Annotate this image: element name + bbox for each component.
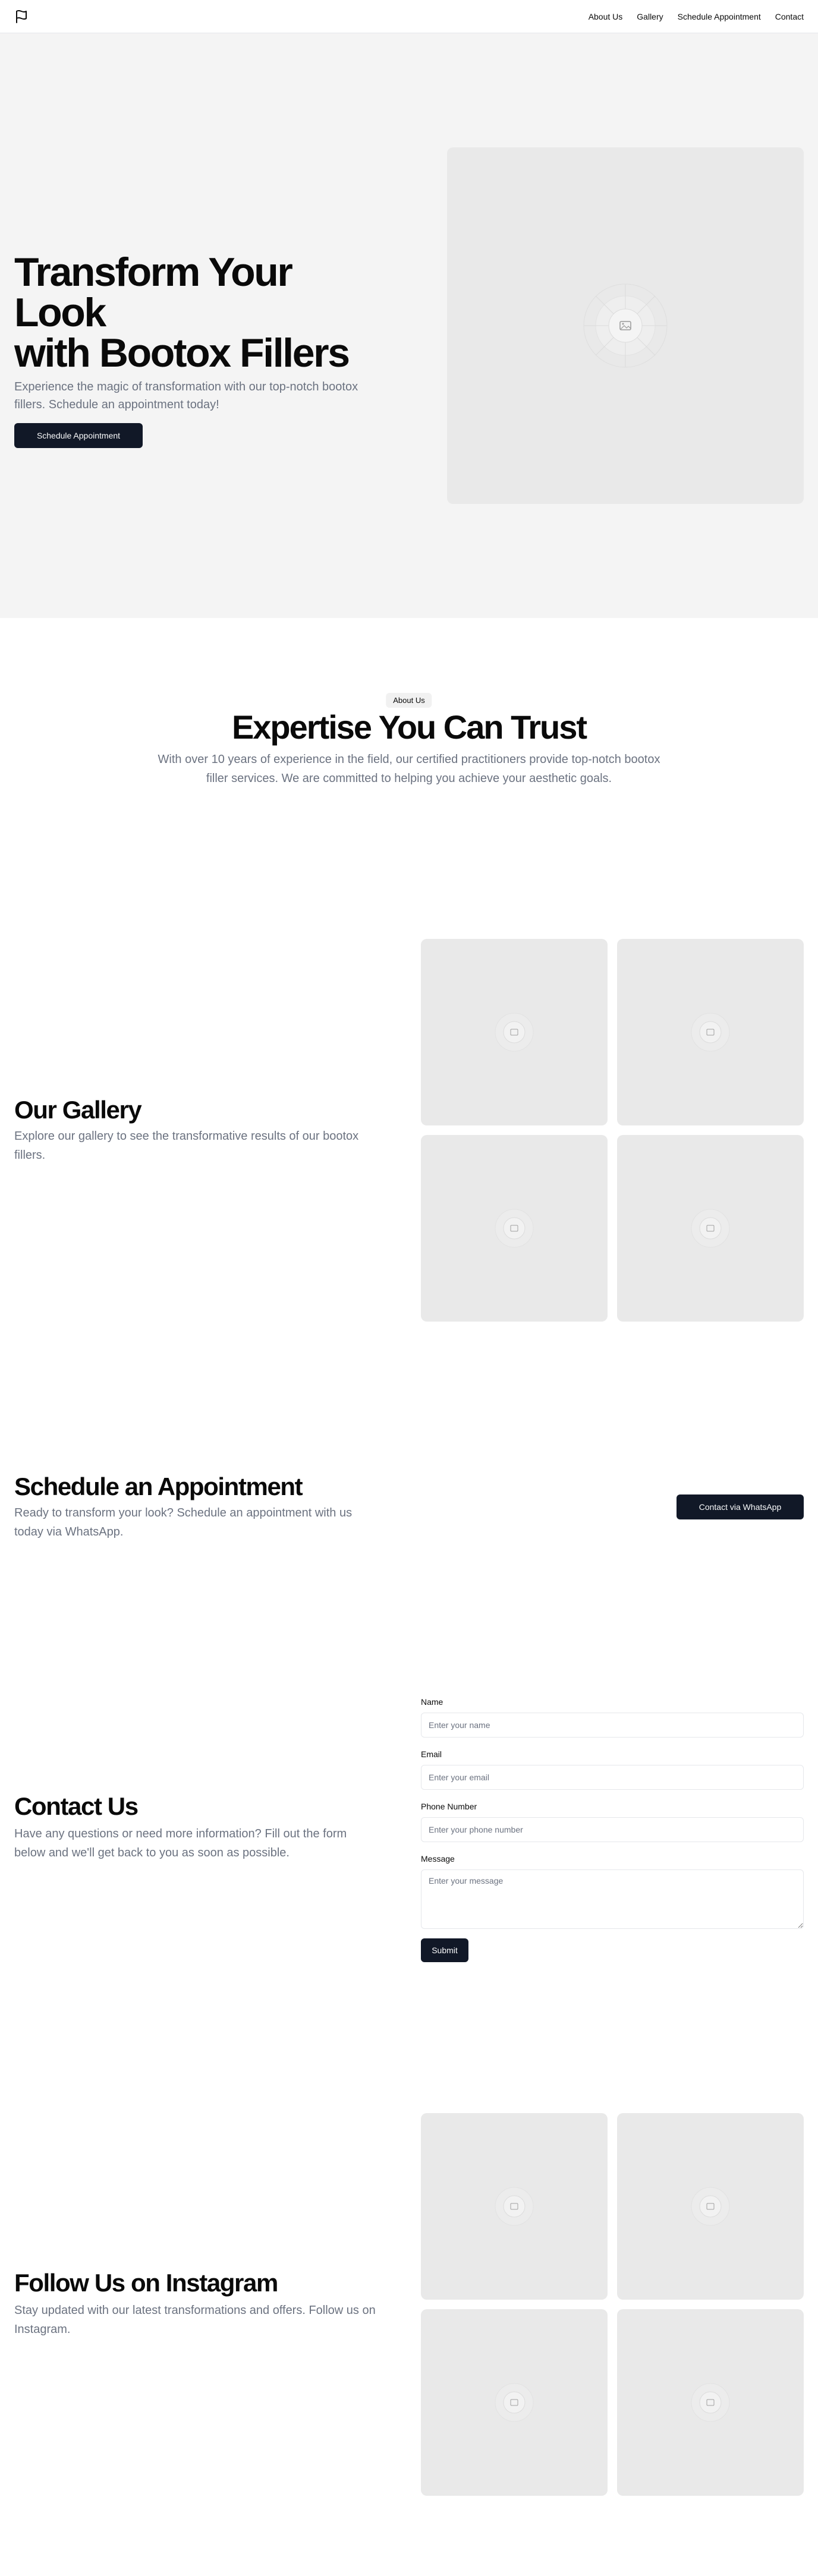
instagram-title: Follow Us on Instagram xyxy=(14,2269,278,2297)
submit-button[interactable]: Submit xyxy=(421,1938,468,1962)
phone-input[interactable] xyxy=(421,1817,804,1842)
instagram-image-4[interactable] xyxy=(617,2309,804,2496)
name-label: Name xyxy=(421,1697,443,1707)
schedule-appointment-button[interactable]: Schedule Appointment xyxy=(14,423,143,448)
contact-title: Contact Us xyxy=(14,1792,139,1820)
gallery-section: Our Gallery Explore our gallery to see t… xyxy=(0,903,818,1391)
gallery-image-2[interactable] xyxy=(617,939,804,1125)
site-header: About Us Gallery Schedule Appointment Co… xyxy=(0,0,818,33)
instagram-image-3[interactable] xyxy=(421,2309,608,2496)
about-text: With over 10 years of experience in the … xyxy=(158,753,660,785)
nav-schedule-appointment[interactable]: Schedule Appointment xyxy=(678,12,761,21)
image-placeholder-icon xyxy=(583,283,668,368)
image-placeholder-icon xyxy=(691,2187,730,2226)
hero-title: Transform Your Look with Bootox Fillers xyxy=(14,252,365,373)
email-input[interactable] xyxy=(421,1765,804,1790)
main-nav: About Us Gallery Schedule Appointment Co… xyxy=(589,12,804,21)
image-placeholder-icon xyxy=(495,1209,534,1248)
contact-section: Contact Us Have any questions or need mo… xyxy=(0,1652,818,2032)
gallery-image-3[interactable] xyxy=(421,1135,608,1322)
flag-icon[interactable] xyxy=(14,10,29,24)
hero-section: Transform Your Look with Bootox Fillers … xyxy=(0,33,818,618)
hero-subtitle: Experience the magic of transformation w… xyxy=(14,380,358,411)
contact-via-whatsapp-button[interactable]: Contact via WhatsApp xyxy=(677,1494,804,1519)
hero-title-line-2: with Bootox Fillers xyxy=(14,330,350,376)
contact-text: Have any questions or need more informat… xyxy=(14,1827,347,1859)
instagram-image-2[interactable] xyxy=(617,2113,804,2300)
appointment-title: Schedule an Appointment xyxy=(14,1473,303,1500)
appointment-text: Ready to transform your look? Schedule a… xyxy=(14,1506,353,1538)
gallery-title: Our Gallery xyxy=(14,1096,142,1124)
appointment-section: Schedule an Appointment Ready to transfo… xyxy=(0,1391,818,1652)
instagram-section: Follow Us on Instagram Stay updated with… xyxy=(0,2032,818,2576)
nav-gallery[interactable]: Gallery xyxy=(637,12,663,21)
email-label: Email xyxy=(421,1749,442,1759)
about-badge: About Us xyxy=(386,693,432,708)
message-label: Message xyxy=(421,1854,455,1864)
nav-contact[interactable]: Contact xyxy=(775,12,804,21)
image-placeholder-icon xyxy=(495,1013,534,1052)
phone-label: Phone Number xyxy=(421,1802,477,1811)
about-section: About Us Expertise You Can Trust With ov… xyxy=(0,618,818,903)
hero-title-line-1: Transform Your Look xyxy=(14,250,293,335)
image-placeholder-icon xyxy=(691,2383,730,2422)
image-placeholder-icon xyxy=(495,2187,534,2226)
about-title: Expertise You Can Trust xyxy=(231,708,587,746)
image-placeholder-icon xyxy=(495,2383,534,2422)
nav-about-us[interactable]: About Us xyxy=(589,12,623,21)
gallery-image-1[interactable] xyxy=(421,939,608,1125)
image-placeholder-icon xyxy=(691,1013,730,1052)
gallery-text: Explore our gallery to see the transform… xyxy=(14,1130,359,1162)
instagram-text: Stay updated with our latest transformat… xyxy=(14,2304,376,2336)
instagram-image-1[interactable] xyxy=(421,2113,608,2300)
hero-image xyxy=(447,147,804,504)
gallery-image-4[interactable] xyxy=(617,1135,804,1322)
name-input[interactable] xyxy=(421,1713,804,1738)
image-placeholder-icon xyxy=(691,1209,730,1248)
hero-content: Transform Your Look with Bootox Fillers … xyxy=(14,252,365,448)
message-textarea[interactable] xyxy=(421,1869,804,1929)
